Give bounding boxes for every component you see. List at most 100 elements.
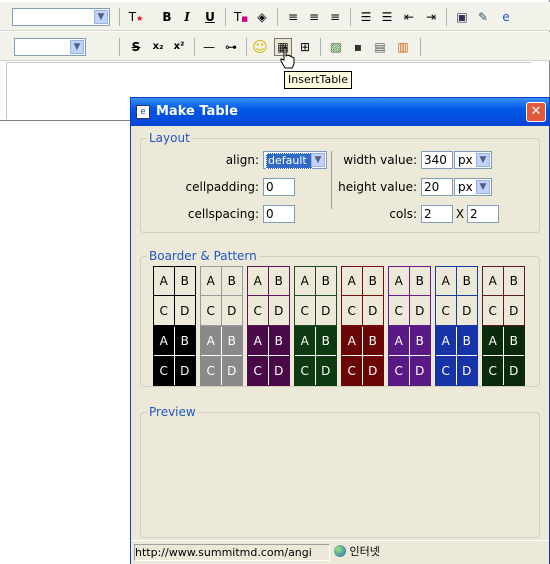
font-size-select[interactable]: ▼ [14, 38, 86, 56]
pattern-cell-letter: C [342, 296, 363, 325]
pattern-cell-letter: A [342, 327, 363, 356]
filled-table-pattern[interactable]: ABCD [435, 326, 478, 386]
toolbar-separator [420, 38, 421, 56]
text-color-button[interactable]: T★ [127, 8, 145, 26]
toolbar-separator [119, 38, 120, 56]
preview-icon[interactable]: ▣ [453, 8, 471, 26]
height-value-input[interactable]: 20 [421, 178, 453, 196]
chevron-down-icon: ▼ [476, 180, 490, 194]
width-unit-select[interactable]: px ▼ [454, 151, 492, 169]
pattern-cell-letter: C [483, 296, 504, 325]
link-icon[interactable]: ⊶ [222, 38, 240, 56]
pattern-cell-letter: A [201, 267, 222, 296]
subscript-button[interactable]: x₂ [149, 38, 167, 56]
pattern-cell-letter: B [315, 327, 336, 356]
filled-table-pattern[interactable]: ABCD [294, 326, 337, 386]
toolbar-separator [194, 38, 195, 56]
filled-table-pattern[interactable]: ABCD [388, 326, 431, 386]
outline-table-pattern[interactable]: ABCD [341, 266, 384, 326]
outline-table-pattern[interactable]: ABCD [294, 266, 337, 326]
filled-table-pattern[interactable]: ABCD [247, 326, 290, 386]
pattern-cell-letter: B [174, 267, 195, 296]
pattern-cell-letter: B [174, 327, 195, 356]
outline-table-pattern[interactable]: ABCD [435, 266, 478, 326]
pattern-cell-letter: D [321, 303, 331, 318]
preview-group: Preview [140, 405, 540, 538]
pattern-cell-letter: D [415, 363, 425, 378]
close-button[interactable]: ✕ [526, 102, 546, 122]
pattern-cell-letter: C [389, 296, 410, 325]
font-family-select[interactable]: ▼ [12, 8, 110, 26]
pattern-cell-letter: A [483, 327, 504, 356]
pattern-cell-letter: B [268, 327, 289, 356]
align-right-icon[interactable]: ≡ [326, 8, 344, 26]
outline-table-pattern[interactable]: ABCD [388, 266, 431, 326]
align-left-icon[interactable]: ≡ [284, 8, 302, 26]
horizontal-rule-icon[interactable]: — [200, 38, 218, 56]
filled-table-pattern[interactable]: ABCD [341, 326, 384, 386]
unordered-list-icon[interactable]: ☰ [378, 8, 396, 26]
cols-label: cols: [389, 207, 417, 221]
toolbar-separator [246, 38, 247, 56]
status-bar: http://www.summitmd.com/angi 인터넷 [131, 540, 549, 564]
width-value-input[interactable]: 340 [421, 151, 453, 169]
outline-table-pattern[interactable]: ABCD [247, 266, 290, 326]
outdent-icon[interactable]: ⇤ [400, 8, 418, 26]
cellspacing-input[interactable]: 0 [263, 205, 295, 223]
toolbar-separator [119, 8, 120, 26]
pattern-cell-letter: D [462, 303, 472, 318]
insert-image-icon[interactable]: ▨ [327, 38, 345, 56]
strikethrough-button[interactable]: S [127, 38, 145, 56]
align-center-icon[interactable]: ≡ [305, 8, 323, 26]
ie-browser-icon[interactable]: e [497, 8, 515, 26]
indent-icon[interactable]: ⇥ [422, 8, 440, 26]
pattern-cell-letter: B [221, 327, 242, 356]
superscript-button[interactable]: x² [170, 38, 188, 56]
highlight-color-icon[interactable]: ◈ [253, 8, 271, 26]
dialog-titlebar[interactable]: e Make Table ✕ [131, 98, 549, 126]
window-icon: e [136, 105, 150, 119]
chart-icon[interactable]: ▥ [394, 38, 412, 56]
outline-table-pattern[interactable]: ABCD [482, 266, 525, 326]
align-select[interactable]: default ▼ [263, 151, 327, 169]
pattern-cell-letter: C [154, 356, 175, 385]
cellpadding-input[interactable]: 0 [263, 178, 295, 196]
toolbar-separator [320, 38, 321, 56]
pattern-cell-letter: C [201, 356, 222, 385]
filled-table-pattern[interactable]: ABCD [153, 326, 196, 386]
height-unit-select[interactable]: px ▼ [454, 178, 492, 196]
toolbar-separator [225, 8, 226, 26]
outline-table-pattern[interactable]: ABCD [200, 266, 243, 326]
ordered-list-icon[interactable]: ☰ [357, 8, 375, 26]
edit-source-icon[interactable]: ✎ [474, 8, 492, 26]
bold-button[interactable]: B [158, 8, 176, 26]
pattern-cell-letter: C [483, 356, 504, 385]
filled-table-pattern[interactable]: ABCD [482, 326, 525, 386]
pattern-cell-letter: B [456, 267, 477, 296]
pattern-cell-letter: D [368, 303, 378, 318]
outline-table-pattern[interactable]: ABCD [153, 266, 196, 326]
pattern-cell-letter: D [274, 363, 284, 378]
rows-input[interactable]: 2 [467, 205, 499, 223]
save-icon[interactable]: ▪ [349, 38, 367, 56]
pattern-cell-letter: B [315, 267, 336, 296]
height-unit-value: px [458, 180, 473, 194]
pattern-cell-letter: B [409, 327, 430, 356]
font-color-icon[interactable]: T■ [232, 8, 250, 26]
toolbar-separator [350, 8, 351, 26]
media-icon[interactable]: ▤ [371, 38, 389, 56]
filled-table-pattern[interactable]: ABCD [200, 326, 243, 386]
underline-button[interactable]: U [201, 8, 219, 26]
pattern-cell-letter: D [415, 303, 425, 318]
pattern-cell-letter: C [154, 296, 175, 325]
italic-button[interactable]: I [178, 8, 196, 26]
table-edit-icon[interactable]: ⊞ [296, 38, 314, 56]
pattern-cell-letter: D [227, 363, 237, 378]
status-zone-label: 인터넷 [349, 545, 380, 558]
layout-legend: Layout [149, 131, 190, 145]
emoticon-icon[interactable]: ☺ [251, 38, 269, 56]
chevron-down-icon: ▼ [311, 153, 325, 167]
chevron-down-icon: ▼ [476, 153, 490, 167]
pattern-cell-letter: A [201, 327, 222, 356]
cols-input[interactable]: 2 [421, 205, 453, 223]
